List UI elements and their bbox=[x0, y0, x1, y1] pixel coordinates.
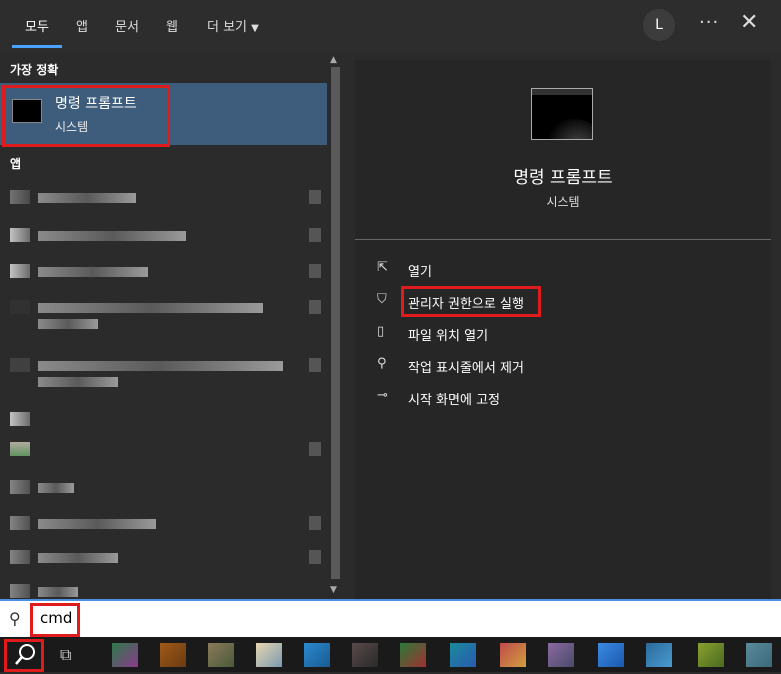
list-item[interactable] bbox=[0, 403, 327, 435]
app-icon bbox=[10, 550, 30, 564]
taskbar-app-icon[interactable] bbox=[400, 643, 426, 667]
account-avatar[interactable]: L bbox=[643, 9, 675, 41]
apps-heading: 앱 bbox=[10, 157, 22, 171]
pin-to-start-label: 시작 화면에 고정 bbox=[408, 393, 500, 408]
tab-more[interactable]: 더 보기 ▼ bbox=[207, 16, 259, 35]
taskbar-app-icon[interactable] bbox=[746, 643, 772, 667]
open-action[interactable]: ⇱ 열기 bbox=[377, 258, 577, 280]
results-list: 가장 정확 명령 프롬프트 시스템 앱 bbox=[0, 51, 327, 599]
open-file-location-action[interactable]: ▯ 파일 위치 열기 bbox=[377, 322, 577, 344]
scroll-up-icon[interactable]: ▲ bbox=[330, 55, 337, 65]
unpin-taskbar-label: 작업 표시줄에서 제거 bbox=[408, 361, 524, 376]
search-bar: ⚲ bbox=[0, 599, 781, 637]
taskbar-app-icon[interactable] bbox=[112, 643, 138, 667]
detail-pane: 명령 프롬프트 시스템 ⇱ 열기 ⛉ 관리자 권한으로 실행 ▯ 파일 위치 열… bbox=[355, 60, 771, 599]
tab-documents[interactable]: 문서 bbox=[115, 16, 139, 35]
taskbar: ⧉ bbox=[0, 637, 781, 672]
scroll-down-icon[interactable]: ▼ bbox=[330, 585, 337, 595]
open-file-location-label: 파일 위치 열기 bbox=[408, 329, 489, 344]
results-scrollbar[interactable]: ▲ ▼ bbox=[327, 51, 344, 599]
search-icon: ⚲ bbox=[9, 609, 21, 628]
app-icon bbox=[10, 228, 30, 242]
search-filter-bar: 모두 앱 문서 웹 더 보기 ▼ L ··· ✕ bbox=[0, 0, 781, 51]
highlight-box-search-input bbox=[30, 603, 80, 637]
app-icon bbox=[10, 442, 30, 456]
taskbar-app-icon[interactable] bbox=[256, 643, 282, 667]
taskbar-app-icon[interactable] bbox=[500, 643, 526, 667]
list-item[interactable] bbox=[0, 575, 327, 599]
chevron-down-icon: ▼ bbox=[251, 23, 259, 34]
app-icon bbox=[10, 190, 30, 204]
pin-to-start-action[interactable]: ⊸ 시작 화면에 고정 bbox=[377, 386, 577, 408]
tab-more-label: 더 보기 bbox=[207, 20, 248, 35]
scrollbar-thumb[interactable] bbox=[331, 67, 340, 579]
taskbar-app-icon[interactable] bbox=[548, 643, 574, 667]
open-icon: ⇱ bbox=[377, 260, 388, 275]
divider bbox=[355, 239, 771, 240]
taskbar-app-icon[interactable] bbox=[160, 643, 186, 667]
open-label: 열기 bbox=[408, 265, 432, 280]
tab-web[interactable]: 웹 bbox=[166, 16, 178, 35]
active-tab-indicator bbox=[12, 45, 62, 48]
taskbar-app-icon[interactable] bbox=[698, 643, 724, 667]
app-icon bbox=[10, 584, 30, 598]
highlight-box-taskbar-search bbox=[4, 639, 44, 672]
list-item[interactable] bbox=[0, 507, 327, 539]
close-icon[interactable]: ✕ bbox=[740, 10, 758, 35]
highlight-box-best-match bbox=[2, 85, 170, 147]
best-match-heading: 가장 정확 bbox=[10, 63, 59, 77]
list-item[interactable] bbox=[0, 433, 327, 465]
app-icon bbox=[10, 412, 30, 426]
more-options-icon[interactable]: ··· bbox=[699, 12, 719, 33]
taskbar-app-icon[interactable] bbox=[208, 643, 234, 667]
unpin-taskbar-action[interactable]: ⚲ 작업 표시줄에서 제거 bbox=[377, 354, 597, 376]
highlight-box-run-as-admin bbox=[401, 286, 541, 317]
list-item[interactable] bbox=[0, 181, 327, 213]
detail-subtitle: 시스템 bbox=[546, 195, 580, 209]
taskbar-app-icon[interactable] bbox=[352, 643, 378, 667]
list-item[interactable] bbox=[0, 255, 327, 287]
admin-shield-icon: ⛉ bbox=[377, 292, 387, 307]
list-item[interactable] bbox=[0, 541, 327, 573]
list-item[interactable] bbox=[0, 365, 327, 397]
list-item[interactable] bbox=[0, 219, 327, 251]
app-icon bbox=[10, 516, 30, 530]
tab-all[interactable]: 모두 bbox=[25, 16, 49, 35]
taskbar-app-icon[interactable] bbox=[304, 643, 330, 667]
app-icon bbox=[10, 480, 30, 494]
app-icon bbox=[10, 264, 30, 278]
unpin-icon: ⚲ bbox=[377, 356, 387, 371]
taskbar-app-icon[interactable] bbox=[646, 643, 672, 667]
search-input[interactable] bbox=[38, 608, 342, 628]
command-prompt-large-icon bbox=[531, 88, 593, 140]
task-view-icon[interactable]: ⧉ bbox=[60, 645, 71, 665]
detail-title: 명령 프롬프트 bbox=[513, 168, 613, 188]
list-item[interactable] bbox=[0, 471, 327, 503]
taskbar-app-icon[interactable] bbox=[598, 643, 624, 667]
pin-icon: ⊸ bbox=[377, 388, 388, 403]
taskbar-app-icon[interactable] bbox=[450, 643, 476, 667]
tab-apps[interactable]: 앱 bbox=[76, 16, 88, 35]
file-location-icon: ▯ bbox=[377, 324, 385, 339]
list-item[interactable] bbox=[0, 307, 327, 339]
